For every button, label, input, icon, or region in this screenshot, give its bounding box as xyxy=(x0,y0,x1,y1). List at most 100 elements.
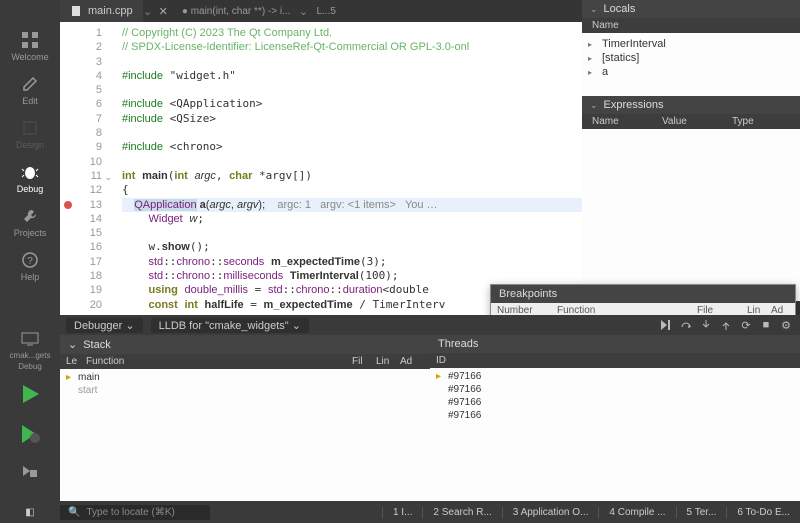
threads-pane: Threads ID ▸#97166#97166#97166#97166 xyxy=(430,335,800,501)
toggle-sidebar-icon[interactable]: ◧ xyxy=(25,507,34,518)
expressions-body[interactable] xyxy=(582,129,800,301)
threads-columns: ID xyxy=(430,353,800,368)
breakpoints-header[interactable]: Breakpoints xyxy=(491,285,795,303)
thread-row[interactable]: ▸#97166 xyxy=(430,370,800,383)
debugger-toolbar: Debugger ⌄ LLDB for "cmake_widgets" ⌄ ⟳ … xyxy=(60,315,800,335)
col-file: Fil xyxy=(352,356,376,367)
col-value: Value xyxy=(658,116,728,127)
breadcrumb[interactable]: ● main(int, char **) -> i... xyxy=(174,6,299,17)
locals-row[interactable]: ▸TimerInterval xyxy=(588,37,794,51)
panel-title: Locals xyxy=(604,3,636,15)
col-id: ID xyxy=(436,355,446,366)
col-name: Name xyxy=(588,20,623,31)
continue-icon[interactable] xyxy=(658,317,674,333)
col-type: Type xyxy=(728,116,758,127)
locator-input[interactable]: 🔍 Type to locate (⌘K) xyxy=(60,505,210,520)
file-tab-label: main.cpp xyxy=(88,5,133,17)
chevron-down-icon: ⌄ xyxy=(590,100,598,111)
rail-label: Design xyxy=(16,140,44,150)
debug-engine-selector[interactable]: LLDB for "cmake_widgets" ⌄ xyxy=(151,318,309,333)
run-debug-icon[interactable] xyxy=(19,423,41,445)
output-tab[interactable]: 4 Compile ... xyxy=(598,507,675,518)
grid-icon xyxy=(20,30,40,50)
col-line: Lin xyxy=(376,356,400,367)
rail-label: Projects xyxy=(14,228,47,238)
rail-label: Help xyxy=(21,272,40,282)
restart-icon[interactable]: ⟳ xyxy=(738,317,754,333)
chevron-icon[interactable]: ⌄ xyxy=(298,5,308,18)
settings-icon[interactable]: ⚙ xyxy=(778,317,794,333)
file-icon xyxy=(70,5,82,17)
output-tab[interactable]: 1 I... xyxy=(382,507,422,518)
file-tab[interactable]: main.cpp xyxy=(60,0,143,22)
rail-projects[interactable]: Projects xyxy=(0,200,60,244)
build-target-label: cmak...gets xyxy=(10,351,51,360)
right-dock: ⌄ Locals Name ▸TimerInterval▸[statics]▸a… xyxy=(582,0,800,315)
output-tab[interactable]: 2 Search R... xyxy=(422,507,501,518)
run-icon[interactable] xyxy=(19,383,41,405)
rail-label: Edit xyxy=(22,96,38,106)
rail-welcome[interactable]: Welcome xyxy=(0,24,60,68)
stack-pane: ⌄Stack Le Function Fil Lin Ad ▸main star… xyxy=(60,335,430,501)
question-icon: ? xyxy=(20,250,40,270)
stack-row[interactable]: start xyxy=(60,384,430,397)
thread-row[interactable]: #97166 xyxy=(430,383,800,396)
locator-placeholder: Type to locate (⌘K) xyxy=(86,507,174,518)
expressions-columns: Name Value Type xyxy=(582,114,800,129)
output-tab[interactable]: 5 Ter... xyxy=(676,507,727,518)
code-editor[interactable]: 1234567891011⌄121314151617181920 // Copy… xyxy=(60,22,582,315)
expand-icon[interactable]: ▸ xyxy=(588,54,598,63)
gutter[interactable]: 1234567891011⌄121314151617181920 xyxy=(60,22,108,315)
rail-help[interactable]: ? Help xyxy=(0,244,60,288)
mode-rail: Welcome Edit Design Debug Projects ? Hel… xyxy=(0,0,60,523)
locals-body[interactable]: ▸TimerInterval▸[statics]▸a xyxy=(582,33,800,96)
stack-body[interactable]: ▸main start xyxy=(60,369,430,501)
search-icon: 🔍 xyxy=(68,507,80,518)
step-over-icon[interactable] xyxy=(678,317,694,333)
build-config-label: Debug xyxy=(18,362,42,371)
build-target-selector[interactable]: cmak...gets Debug xyxy=(0,328,60,372)
build-icon[interactable] xyxy=(20,463,40,483)
step-into-icon[interactable] xyxy=(698,317,714,333)
expand-icon[interactable]: ▸ xyxy=(588,68,598,77)
thread-row[interactable]: #97166 xyxy=(430,396,800,409)
wrench-icon xyxy=(20,206,40,226)
threads-body[interactable]: ▸#97166#97166#97166#97166 xyxy=(430,368,800,501)
col-name: Name xyxy=(588,116,658,127)
bug-icon xyxy=(20,162,40,182)
current-frame-icon: ▸ xyxy=(66,372,78,383)
locals-row[interactable]: ▸[statics] xyxy=(588,51,794,65)
rail-edit[interactable]: Edit xyxy=(0,68,60,112)
output-tabs: 1 I...2 Search R...3 Application O...4 C… xyxy=(382,507,800,518)
rail-label: Welcome xyxy=(11,52,48,62)
rail-label: Debug xyxy=(17,184,44,194)
code-area[interactable]: // Copyright (C) 2023 The Qt Company Ltd… xyxy=(108,22,582,315)
expand-icon[interactable]: ▸ xyxy=(588,40,598,49)
chevron-down-icon: ⌄ xyxy=(68,338,77,351)
rail-design: Design xyxy=(0,112,60,156)
step-out-icon[interactable] xyxy=(718,317,734,333)
expressions-header[interactable]: ⌄ Expressions xyxy=(582,96,800,114)
threads-header[interactable]: Threads xyxy=(430,335,800,353)
bottom-dock: ⌄Stack Le Function Fil Lin Ad ▸main star… xyxy=(60,335,800,501)
svg-text:?: ? xyxy=(27,256,33,267)
stack-header[interactable]: ⌄Stack xyxy=(60,335,430,354)
rail-debug[interactable]: Debug xyxy=(0,156,60,200)
chevron-icon[interactable]: ⌄ xyxy=(143,5,153,18)
design-icon xyxy=(20,118,40,138)
close-icon[interactable]: ✕ xyxy=(153,5,174,18)
output-tab[interactable]: 3 Application O... xyxy=(502,507,599,518)
stop-icon[interactable]: ■ xyxy=(758,317,774,333)
output-tab[interactable]: 6 To-Do E... xyxy=(726,507,800,518)
chevron-down-icon: ⌄ xyxy=(590,4,598,15)
stack-columns: Le Function Fil Lin Ad xyxy=(60,354,430,369)
monitor-icon xyxy=(20,329,40,349)
locals-row[interactable]: ▸a xyxy=(588,65,794,79)
panel-title: Expressions xyxy=(604,99,664,111)
status-bar: ◧ 🔍 Type to locate (⌘K) 1 I...2 Search R… xyxy=(0,501,800,523)
stack-row[interactable]: ▸main xyxy=(60,371,430,384)
col-level: Le xyxy=(66,356,86,367)
debugger-selector[interactable]: Debugger ⌄ xyxy=(66,318,143,333)
thread-row[interactable]: #97166 xyxy=(430,409,800,422)
locals-header[interactable]: ⌄ Locals xyxy=(582,0,800,18)
